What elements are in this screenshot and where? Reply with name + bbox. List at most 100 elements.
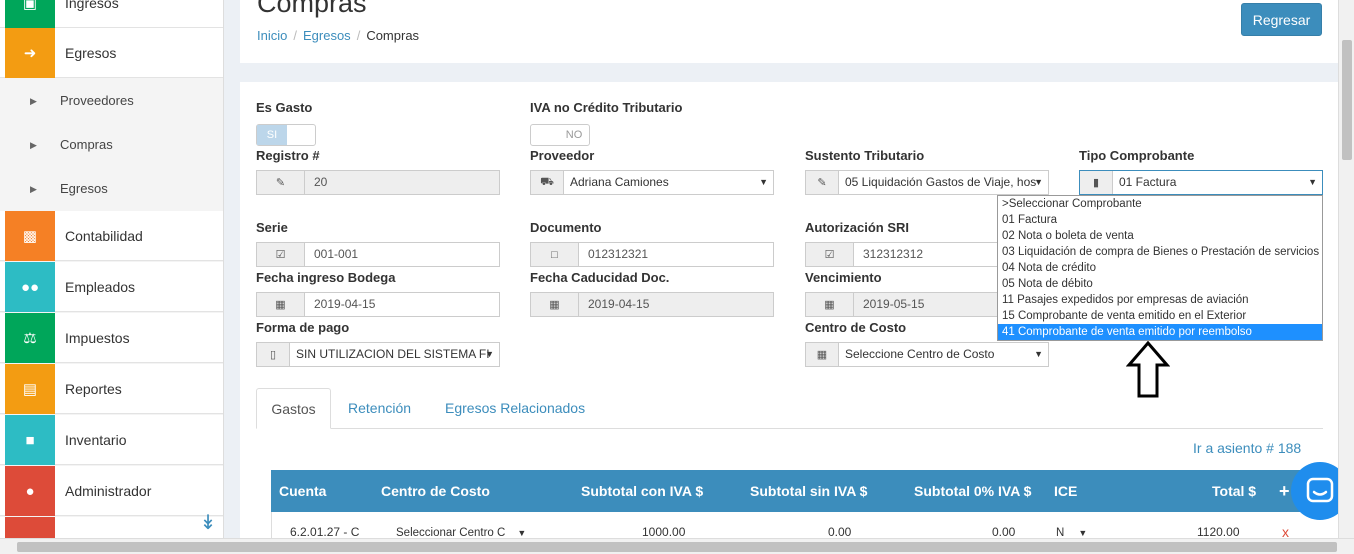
sidebar-item-egresos[interactable]: ➜ Egresos [0, 28, 223, 78]
caret-right-icon: ▶ [30, 140, 37, 150]
centro-costo-label: Centro de Costo [805, 320, 907, 335]
sidebar-item-label: Empleados [65, 279, 136, 295]
calendar-icon: ▦ [531, 293, 579, 316]
breadcrumb-separator: / [356, 28, 361, 43]
sidebar-subitem-label: Egresos [60, 181, 108, 196]
tab-retencion[interactable]: Retención [348, 388, 411, 429]
horizontal-scrollbar[interactable] [0, 538, 1354, 554]
scrollbar-thumb[interactable] [17, 542, 1337, 552]
fecha-caducidad-field[interactable]: ▦ 2019-04-15 [530, 292, 774, 317]
tab-gastos[interactable]: Gastos [256, 388, 331, 429]
sidebar: ▣ Ingresos ➜ Egresos ▶ Proveedores ▶ Com… [0, 0, 224, 554]
table-header: Cuenta Centro de Costo Subtotal con IVA … [271, 470, 1301, 512]
calendar-icon: ▦ [257, 293, 305, 316]
file-icon: ▮ [1080, 171, 1113, 194]
dropdown-arrow-icon: ▼ [1034, 177, 1043, 187]
sidebar-item-ingresos[interactable]: ▣ Ingresos [0, 0, 223, 28]
check-square-icon: ☑ [257, 243, 305, 266]
tab-egresos-relacionados[interactable]: Egresos Relacionados [445, 388, 585, 429]
fecha-caducidad-value: 2019-04-15 [579, 293, 773, 316]
es-gasto-label: Es Gasto [256, 100, 313, 115]
archive-icon: ■ [5, 415, 55, 465]
dropdown-option[interactable]: 05 Nota de débito [998, 276, 1322, 292]
asiento-link[interactable]: Ir a asiento # 188 [1193, 440, 1301, 456]
tipo-comprobante-dropdown: >Seleccionar Comprobante 01 Factura 02 N… [997, 195, 1323, 341]
caret-right-icon: ▶ [30, 96, 37, 106]
vencimiento-label: Vencimiento [805, 270, 882, 285]
toggle-on-label: SI [257, 125, 287, 145]
tipo-comprobante-select[interactable]: ▮ 01 Factura ▼ [1079, 170, 1323, 195]
calendar-icon: ▦ [806, 343, 839, 366]
centro-costo-text: Seleccione Centro de Costo [845, 347, 995, 361]
dropdown-arrow-icon: ▼ [485, 349, 494, 359]
sidebar-item-label: Contabilidad [65, 228, 143, 244]
serie-field[interactable]: ☑ 001-001 [256, 242, 500, 267]
sidebar-subitem-compras[interactable]: ▶ Compras [0, 123, 223, 167]
dropdown-arrow-icon: ▼ [1308, 177, 1317, 187]
dropdown-option[interactable]: 11 Pasajes expedidos por empresas de avi… [998, 292, 1322, 308]
regresar-button[interactable]: Regresar [1241, 3, 1322, 36]
proveedor-select[interactable]: ⛟ Adriana Camiones ▼ [530, 170, 774, 195]
column-header: Subtotal 0% IVA $ [914, 483, 1032, 499]
sidebar-item-administrador[interactable]: ● Administrador [0, 466, 223, 516]
centro-costo-select[interactable]: ▦ Seleccione Centro de Costo ▼ [805, 342, 1049, 367]
proveedor-text: Adriana Camiones [570, 175, 669, 189]
dropdown-option[interactable]: 01 Factura [998, 212, 1322, 228]
fecha-caducidad-label: Fecha Caducidad Doc. [530, 270, 670, 285]
dropdown-option[interactable]: 03 Liquidación de compra de Bienes o Pre… [998, 244, 1322, 260]
sustento-value: 05 Liquidación Gastos de Viaje, hos ▼ [839, 171, 1048, 194]
breadcrumb-current: Compras [366, 28, 420, 43]
serie-value: 001-001 [314, 247, 359, 261]
chat-icon [1306, 477, 1334, 503]
column-header: Subtotal con IVA $ [581, 483, 704, 499]
document-icon: □ [531, 243, 579, 266]
vertical-scrollbar[interactable] [1338, 0, 1354, 538]
sidebar-item-impuestos[interactable]: ⚖ Impuestos [0, 313, 223, 363]
fecha-bodega-field[interactable]: ▦ 2019-04-15 [256, 292, 500, 317]
sustento-text: 05 Liquidación Gastos de Viaje, hos [845, 175, 1037, 189]
chevron-double-down-icon[interactable]: ↡ [194, 508, 222, 538]
dropdown-option[interactable]: >Seleccionar Comprobante [998, 196, 1322, 212]
sidebar-item-reportes[interactable]: ▤ Reportes [0, 364, 223, 414]
forma-pago-value: SIN UTILIZACION DEL SISTEMA FI ▼ [290, 343, 499, 366]
forma-pago-text: SIN UTILIZACION DEL SISTEMA FI [296, 347, 490, 361]
sustento-select[interactable]: ✎ 05 Liquidación Gastos de Viaje, hos ▼ [805, 170, 1049, 195]
documento-label: Documento [530, 220, 602, 235]
forma-pago-select[interactable]: ▯ SIN UTILIZACION DEL SISTEMA FI ▼ [256, 342, 500, 367]
iva-toggle[interactable]: NO [530, 124, 590, 146]
autorizacion-label: Autorización SRI [805, 220, 910, 235]
sidebar-subitem-egresos[interactable]: ▶ Egresos [0, 167, 223, 211]
users-icon: ●● [5, 262, 55, 312]
scrollbar-thumb[interactable] [1342, 40, 1352, 160]
column-header: Cuenta [279, 483, 327, 499]
es-gasto-toggle[interactable]: SI [256, 124, 316, 146]
proveedor-label: Proveedor [530, 148, 595, 163]
dropdown-option[interactable]: 02 Nota o boleta de venta [998, 228, 1322, 244]
breadcrumb-egresos[interactable]: Egresos [303, 28, 351, 43]
column-header: Centro de Costo [381, 483, 490, 499]
registro-value: 20 [305, 171, 499, 194]
column-header: Total $ [1212, 483, 1257, 499]
breadcrumb-inicio[interactable]: Inicio [257, 28, 287, 43]
sidebar-subitem-label: Proveedores [60, 93, 134, 108]
sidebar-item-label: Impuestos [65, 330, 130, 346]
user-icon: ● [5, 466, 55, 516]
sidebar-subitem-proveedores[interactable]: ▶ Proveedores [0, 79, 223, 123]
registro-label: Registro # [256, 148, 320, 163]
breadcrumb: Inicio / Egresos / Compras [257, 28, 419, 43]
forma-pago-label: Forma de pago [256, 320, 350, 335]
sidebar-item-label: Administrador [65, 483, 152, 499]
dropdown-option[interactable]: 04 Nota de crédito [998, 260, 1322, 276]
page-title: Compras [257, 0, 367, 18]
registro-field[interactable]: ✎ 20 [256, 170, 500, 195]
bar-chart-icon: ▤ [5, 364, 55, 414]
tipo-value: 01 Factura ▼ [1113, 171, 1322, 194]
column-header: ICE [1054, 483, 1078, 499]
sidebar-item-inventario[interactable]: ■ Inventario [0, 415, 223, 465]
sidebar-item-contabilidad[interactable]: ▩ Contabilidad [0, 211, 223, 261]
sidebar-item-empleados[interactable]: ●● Empleados [0, 262, 223, 312]
dropdown-option[interactable]: 15 Comprobante de venta emitido en el Ex… [998, 308, 1322, 324]
dropdown-option-highlighted[interactable]: 41 Comprobante de venta emitido por reem… [998, 324, 1322, 340]
add-row-button[interactable]: + [1279, 470, 1290, 512]
documento-field[interactable]: □ 012312321 [530, 242, 774, 267]
